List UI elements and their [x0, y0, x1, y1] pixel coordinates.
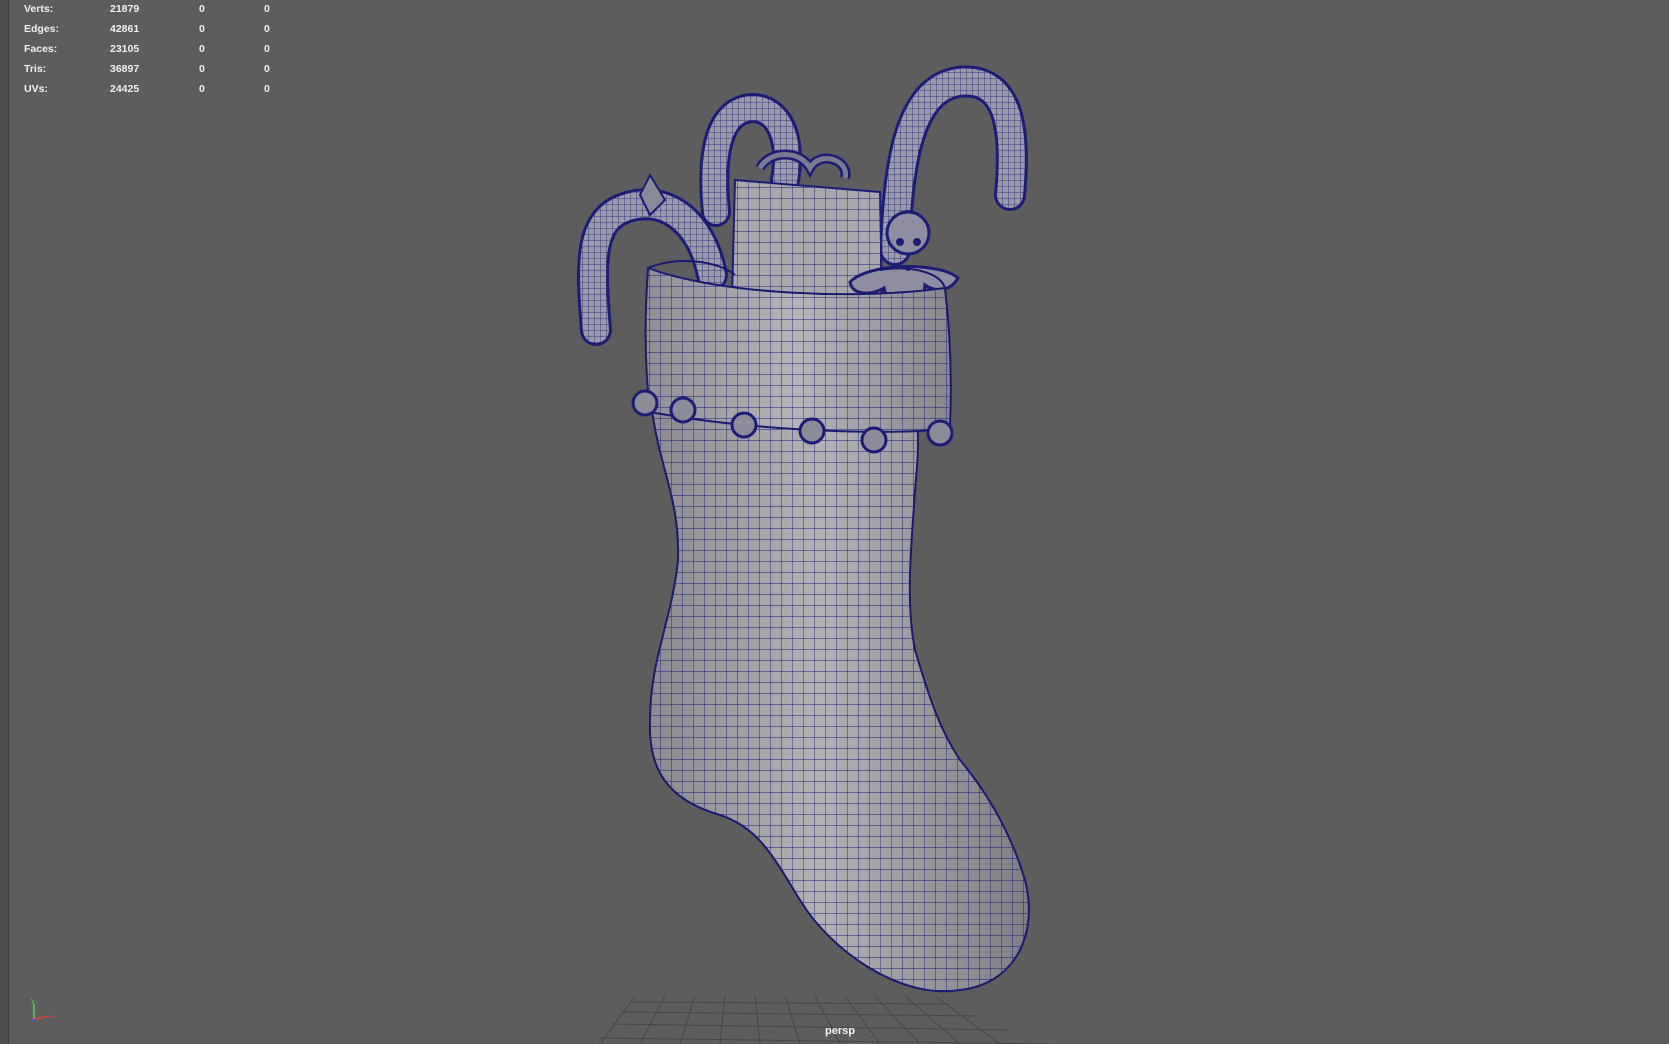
hud-value: 0	[199, 43, 205, 55]
hud-value: 0	[264, 3, 270, 15]
axis-x-label: x	[51, 1014, 55, 1021]
hud-value: 36897	[110, 63, 140, 75]
hud-row-edges: Edges: 42861 0 0	[24, 23, 284, 43]
hud-value: 0	[264, 43, 270, 55]
hud-value: 0	[199, 3, 205, 15]
hud-label: UVs:	[24, 83, 48, 95]
hud-value: 0	[199, 83, 205, 95]
stocking-body[interactable]	[640, 400, 1040, 1000]
hud-value: 0	[199, 23, 205, 35]
hud-value: 0	[264, 23, 270, 35]
hud-value: 42861	[110, 23, 140, 35]
perspective-viewport[interactable]: Verts: 21879 0 0 Edges: 42861 0 0 Faces:…	[0, 0, 1669, 1044]
hud-row-verts: Verts: 21879 0 0	[24, 3, 284, 23]
hud-label: Verts:	[24, 3, 54, 15]
hud-label: Faces:	[24, 43, 58, 55]
hud-value: 23105	[110, 43, 140, 55]
camera-name-label: persp	[825, 1025, 855, 1037]
hud-row-tris: Tris: 36897 0 0	[24, 63, 284, 83]
hud-label: Edges:	[24, 23, 60, 35]
hud-value: 24425	[110, 83, 140, 95]
scene-canvas[interactable]	[0, 0, 1669, 1044]
hud-row-uvs: UVs: 24425 0 0	[24, 83, 284, 103]
hud-value: 0	[264, 63, 270, 75]
hud-value: 0	[199, 63, 205, 75]
axis-gizmo-icon: y x	[30, 998, 55, 1023]
hud-value: 21879	[110, 3, 140, 15]
poly-count-hud: Verts: 21879 0 0 Edges: 42861 0 0 Faces:…	[24, 3, 284, 103]
hud-row-faces: Faces: 23105 0 0	[24, 43, 284, 63]
axis-y-label: y	[31, 998, 35, 1005]
hud-value: 0	[264, 83, 270, 95]
hud-label: Tris:	[24, 63, 47, 75]
